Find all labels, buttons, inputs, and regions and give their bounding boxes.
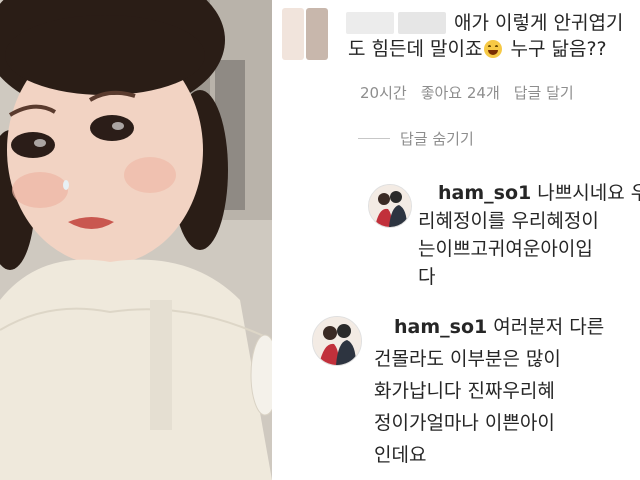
reply-username[interactable]: ham_so1 <box>394 316 487 338</box>
child-photo <box>0 0 272 480</box>
top-comment-text-line2a: 도 힘든데 말이죠 <box>348 38 483 60</box>
reply-text-line3: 화가납니다 진짜우리혜 <box>374 380 555 402</box>
reply-text-line2: 리혜정이를 우리혜정이 <box>418 210 599 232</box>
avatar-blur-right <box>306 8 328 60</box>
couple-photo-icon <box>369 185 411 227</box>
reply-text-line2: 건몰라도 이부분은 많이 <box>374 348 561 370</box>
reply-text-line4: 다 <box>418 266 436 288</box>
hide-replies-button[interactable]: 답글 숨기기 <box>358 128 474 149</box>
reply-text-line4: 정이가얼마나 이쁜아이 <box>374 412 555 434</box>
couple-photo-icon <box>313 317 361 365</box>
username-blurred-2 <box>398 12 446 34</box>
reply-text-line1: 나쁘시네요 우 <box>537 182 640 204</box>
comment-likes[interactable]: 좋아요 24개 <box>421 82 500 103</box>
reply-avatar[interactable] <box>312 316 362 366</box>
laughing-face-icon <box>484 40 503 58</box>
reply-text-line: ham_so1 나쁘시네요 우 <box>438 180 640 207</box>
divider-line <box>358 138 390 139</box>
comments-panel: 애가 이렇게 안귀엽기 도 힘든데 말이죠 누구 닮음?? 20시간 좋아요 2… <box>272 0 640 480</box>
reply-text-line5: 인데요 <box>374 444 427 466</box>
reply-text-line3: 는이쁘고귀여운아이입 <box>418 238 593 260</box>
reply-button[interactable]: 답글 달기 <box>514 82 574 103</box>
reply-text-line: ham_so1 여러분저 다른 <box>394 314 604 341</box>
comment-time: 20시간 <box>360 84 407 102</box>
top-comment-meta: 20시간 좋아요 24개 답글 달기 <box>360 82 574 103</box>
commenter-avatar[interactable] <box>282 8 334 60</box>
top-comment-text-line1: 애가 이렇게 안귀엽기 <box>454 12 624 34</box>
top-comment-text-line2: 도 힘든데 말이죠 누구 닮음?? <box>348 36 607 62</box>
child-photo-icon <box>0 0 272 480</box>
top-comment-text-line2b: 누구 닮음?? <box>504 38 607 60</box>
hide-replies-label: 답글 숨기기 <box>400 130 474 148</box>
reply-text-line1: 여러분저 다른 <box>493 316 605 338</box>
reply-username[interactable]: ham_so1 <box>438 182 531 204</box>
username-blurred <box>346 12 394 34</box>
avatar-blur-left <box>282 8 304 60</box>
reply-avatar[interactable] <box>368 184 412 228</box>
